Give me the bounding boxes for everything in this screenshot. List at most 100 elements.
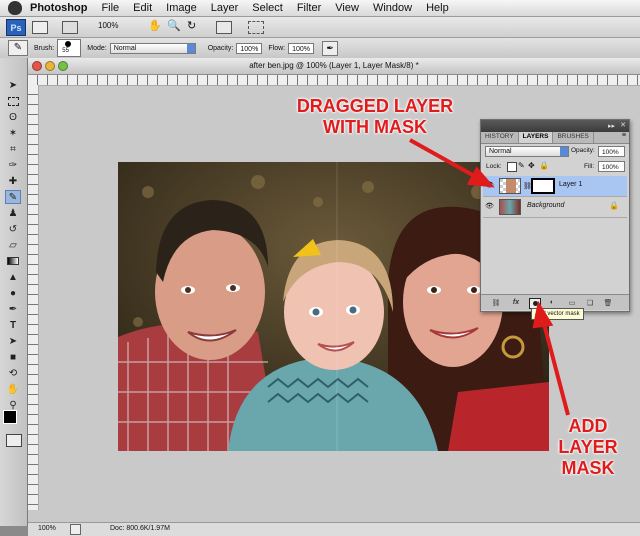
menu-view[interactable]: View <box>335 2 359 14</box>
menu-filter[interactable]: Filter <box>297 2 321 14</box>
tab-layers[interactable]: LAYERS <box>518 132 554 143</box>
pen-tool-icon[interactable]: ✒ <box>5 302 21 316</box>
background-thumbnail[interactable] <box>499 199 521 215</box>
blur-tool-icon[interactable]: ▲ <box>5 270 21 284</box>
layer-opacity-field[interactable]: 100% <box>598 146 625 157</box>
blend-mode-dropdown[interactable]: Normal <box>485 146 569 157</box>
quick-mask-icon[interactable] <box>6 434 22 447</box>
tab-history[interactable]: HISTORY <box>481 132 519 143</box>
gradient-tool-icon[interactable] <box>5 254 21 268</box>
history-brush-tool-icon[interactable]: ↺ <box>5 222 21 236</box>
fill-field[interactable]: 100% <box>598 161 625 172</box>
eyedropper-tool-icon[interactable]: ✑ <box>5 158 21 172</box>
horizontal-ruler[interactable] <box>28 75 640 86</box>
document-title-bar: after ben.jpg @ 100% (Layer 1, Layer Mas… <box>28 58 640 75</box>
options-bar: ✎ Brush: 55 Mode: Normal Opacity: 100% F… <box>0 38 640 59</box>
annotation-text: LAYER <box>558 437 618 457</box>
brush-tool-icon[interactable]: ✎ <box>5 190 21 204</box>
status-menu-icon[interactable] <box>70 524 81 535</box>
quick-selection-tool-icon[interactable]: ✶ <box>5 126 21 140</box>
document-title: after ben.jpg @ 100% (Layer 1, Layer Mas… <box>249 61 419 70</box>
delete-layer-icon[interactable]: 🗑 <box>603 298 613 307</box>
visibility-eye-icon[interactable]: 👁 <box>485 203 495 210</box>
flow-field[interactable]: 100% <box>288 42 315 54</box>
locked-layer-icon: 🔒 <box>609 201 619 210</box>
apple-icon[interactable] <box>8 1 22 15</box>
lock-position-icon[interactable]: ✥ <box>528 162 535 170</box>
view-extras-icon[interactable] <box>62 21 78 34</box>
new-group-icon[interactable]: ▭ <box>567 298 577 307</box>
layer-style-icon[interactable]: fx <box>511 298 521 307</box>
tab-brushes[interactable]: BRUSHES <box>553 132 594 143</box>
new-layer-icon[interactable]: ❏ <box>585 298 595 307</box>
visibility-eye-icon[interactable]: 👁 <box>485 182 495 189</box>
adjustment-layer-icon[interactable]: ◐ <box>547 298 557 307</box>
layer-thumbnail[interactable] <box>499 178 521 194</box>
panel-header[interactable]: ▸▸ ✕ <box>481 120 629 132</box>
rotate-view-icon[interactable]: ↻ <box>187 19 196 32</box>
tools-panel: ➤ ʘ ✶ ⌗ ✑ ✚ ✎ ♟ ↺ ▱ ▲ ● ✒ T ➤ ■ ⟲ ✋ ⚲ <box>0 58 28 526</box>
application-bar: Ps 100% ✋ 🔍 ↻ <box>0 17 640 38</box>
clone-stamp-tool-icon[interactable]: ♟ <box>5 206 21 220</box>
menu-image[interactable]: Image <box>166 2 197 14</box>
opacity-field[interactable]: 100% <box>236 42 263 54</box>
close-panel-icon[interactable]: ✕ <box>620 121 626 129</box>
mode-dropdown[interactable]: Normal <box>109 42 196 54</box>
foreground-color-swatch[interactable] <box>3 410 17 424</box>
lock-label: Lock: <box>486 163 502 170</box>
panel-tabs: HISTORY LAYERS BRUSHES ≡ <box>481 132 629 144</box>
menu-edit[interactable]: Edit <box>133 2 152 14</box>
annotation-add-layer-mask: ADD LAYER MASK <box>548 416 628 479</box>
type-tool-icon[interactable]: T <box>5 318 21 332</box>
layers-panel: ▸▸ ✕ HISTORY LAYERS BRUSHES ≡ Normal Opa… <box>480 119 630 312</box>
brush-tool-preset-icon[interactable]: ✎ <box>8 40 28 56</box>
status-zoom[interactable]: 100% <box>38 525 56 532</box>
airbrush-icon[interactable]: ✒ <box>322 40 339 56</box>
crop-tool-icon[interactable]: ⌗ <box>5 142 21 156</box>
brush-size-value: 55 <box>62 48 69 54</box>
layer-row-layer-1[interactable]: 👁 ⛓ Layer 1 <box>483 176 627 197</box>
3d-rotate-tool-icon[interactable]: ⟲ <box>5 366 21 380</box>
panel-menu-icon[interactable]: ≡ <box>622 132 626 143</box>
shape-tool-icon[interactable]: ■ <box>5 350 21 364</box>
layer-mask-thumbnail[interactable] <box>531 178 555 194</box>
annotation-text: MASK <box>561 458 615 478</box>
status-bar: 100% Doc: 800.6K/1.97M <box>28 522 640 536</box>
healing-brush-tool-icon[interactable]: ✚ <box>5 174 21 188</box>
menu-window[interactable]: Window <box>373 2 412 14</box>
zoom-level-dropdown[interactable]: 100% <box>98 21 118 30</box>
menu-file[interactable]: File <box>101 2 119 14</box>
annotation-text: WITH MASK <box>323 117 427 137</box>
marquee-tool-icon[interactable] <box>5 94 21 108</box>
brush-size-picker[interactable]: 55 <box>57 39 82 57</box>
path-selection-tool-icon[interactable]: ➤ <box>5 334 21 348</box>
menu-help[interactable]: Help <box>426 2 449 14</box>
zoom-tool-icon[interactable]: 🔍 <box>167 19 181 32</box>
link-layers-icon[interactable]: ⛓ <box>491 298 501 307</box>
tooltip: Add vector mask <box>531 308 584 320</box>
menu-app-name[interactable]: Photoshop <box>30 2 87 14</box>
lock-transparency-icon[interactable] <box>507 162 517 172</box>
collapse-panel-icon[interactable]: ▸▸ <box>608 122 615 130</box>
menu-select[interactable]: Select <box>252 2 283 14</box>
bridge-icon[interactable] <box>32 21 48 34</box>
ps-logo: Ps <box>6 19 26 36</box>
hand-tool-icon[interactable]: ✋ <box>5 382 21 396</box>
lock-pixels-icon[interactable]: ✎ <box>518 162 525 170</box>
brush-tip-icon <box>65 41 72 47</box>
vertical-ruler[interactable] <box>28 85 39 510</box>
layer-row-background[interactable]: 👁 Background 🔒 <box>483 197 627 218</box>
arrange-documents-icon[interactable] <box>216 21 232 34</box>
hand-tool-icon[interactable]: ✋ <box>148 19 162 32</box>
menu-layer[interactable]: Layer <box>211 2 239 14</box>
dodge-tool-icon[interactable]: ● <box>5 286 21 300</box>
screen-mode-icon[interactable] <box>248 21 264 34</box>
opacity-label: Opacity: <box>207 44 234 52</box>
mode-label: Mode: <box>87 44 107 52</box>
lasso-tool-icon[interactable]: ʘ <box>5 110 21 124</box>
lock-all-icon[interactable]: 🔒 <box>539 162 549 170</box>
eraser-tool-icon[interactable]: ▱ <box>5 238 21 252</box>
layer-name[interactable]: Layer 1 <box>559 181 582 188</box>
layer-name[interactable]: Background <box>527 202 564 209</box>
move-tool-icon[interactable]: ➤ <box>5 78 21 92</box>
